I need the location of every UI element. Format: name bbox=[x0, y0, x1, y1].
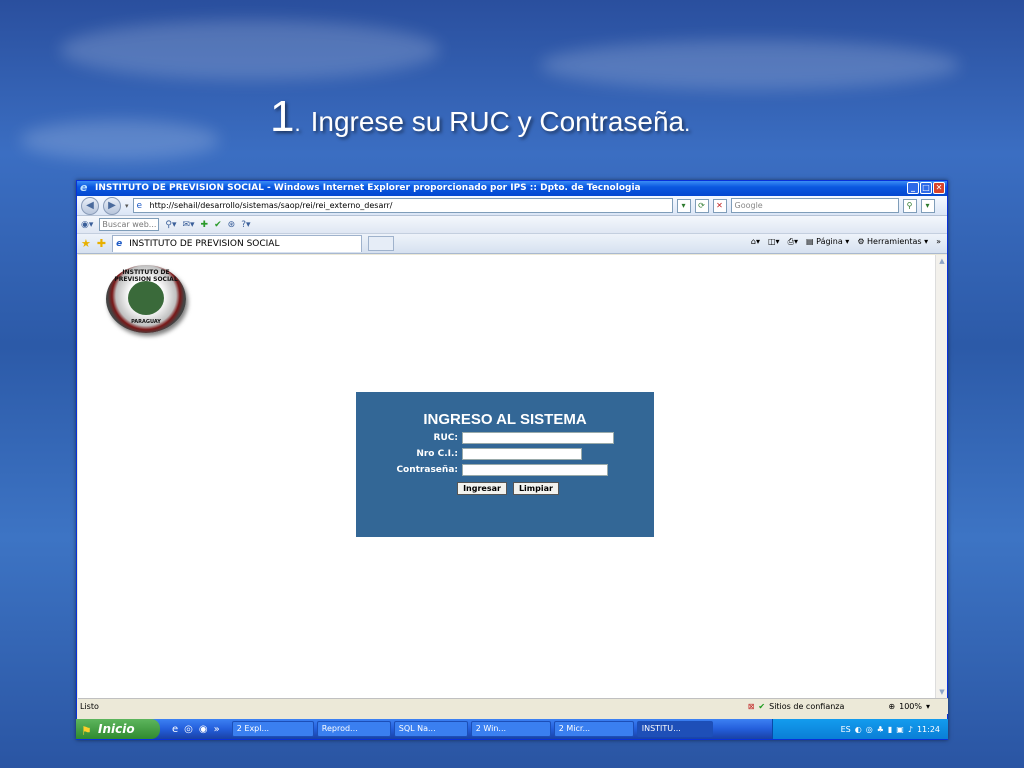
download-icon[interactable]: ⊛ bbox=[228, 220, 236, 230]
submit-button[interactable]: Ingresar bbox=[457, 482, 507, 495]
login-title: INGRESO AL SISTEMA bbox=[423, 411, 587, 428]
clear-button[interactable]: Limpiar bbox=[512, 482, 559, 495]
zoom-level[interactable]: 100% bbox=[899, 699, 922, 714]
more-chevron-icon[interactable]: » bbox=[214, 724, 220, 735]
refresh-icon[interactable]: ⟳ bbox=[694, 198, 709, 213]
close-button[interactable]: ✕ bbox=[933, 182, 945, 194]
media-icon[interactable]: ◉ bbox=[199, 724, 208, 735]
more-chevron-icon[interactable]: » bbox=[936, 237, 941, 247]
back-button[interactable]: ◀ bbox=[81, 196, 99, 215]
sky-cloud bbox=[20, 120, 220, 160]
help-icon[interactable]: ?▾ bbox=[241, 220, 250, 230]
login-buttons: Ingresar Limpiar bbox=[356, 482, 654, 495]
language-indicator[interactable]: ES bbox=[841, 725, 851, 734]
ips-logo: INSTITUTO DE PREVISION SOCIAL PARAGUAY bbox=[106, 265, 186, 333]
page-icon: e bbox=[136, 201, 143, 211]
clock[interactable]: 11:24 bbox=[917, 725, 940, 734]
task-list: 2 Expl... Reprod... SQL Na... 2 Win... 2… bbox=[231, 721, 713, 737]
volume-icon[interactable]: ♪ bbox=[908, 725, 913, 734]
zoom-icon: ⊕ bbox=[888, 702, 896, 711]
ruc-row: RUC: bbox=[356, 432, 654, 444]
status-text: Listo bbox=[80, 702, 99, 711]
ci-row: Nro C.I.: bbox=[356, 448, 654, 460]
system-tray: ES ◐ ◎ ♣ ▮ ▣ ♪ 11:24 bbox=[772, 719, 948, 739]
home-icon[interactable]: ⌂▾ bbox=[751, 237, 760, 247]
ci-input[interactable] bbox=[462, 448, 582, 460]
task-item[interactable]: 2 Micr... bbox=[553, 721, 634, 737]
window-titlebar[interactable]: e INSTITUTO DE PREVISION SOCIAL - Window… bbox=[77, 181, 947, 196]
search-options-icon[interactable]: ▾ bbox=[920, 198, 935, 213]
scroll-up-icon[interactable]: ▲ bbox=[936, 255, 948, 267]
add-favorites-icon[interactable]: ✚ bbox=[97, 237, 106, 250]
address-input[interactable]: e http://sehail/desarrollo/sistemas/saop… bbox=[132, 198, 673, 213]
ci-label: Nro C.I.: bbox=[416, 449, 458, 459]
ie-icon[interactable]: e bbox=[172, 724, 178, 735]
history-dropdown-icon[interactable]: ▾ bbox=[125, 202, 129, 210]
logo-emblem bbox=[128, 281, 164, 315]
tools-menu[interactable]: ⚙ Herramientas ▾ bbox=[857, 237, 928, 247]
outlook-icon[interactable]: ◎ bbox=[184, 724, 193, 735]
page-menu[interactable]: ▤ Página ▾ bbox=[806, 237, 849, 247]
new-tab-button[interactable] bbox=[368, 236, 395, 251]
maximize-button[interactable]: □ bbox=[920, 182, 932, 194]
task-item[interactable]: SQL Na... bbox=[393, 721, 468, 737]
sky-cloud bbox=[540, 40, 960, 90]
start-button[interactable]: ⚑ Inicio bbox=[76, 719, 160, 739]
scroll-down-icon[interactable]: ▼ bbox=[936, 686, 948, 698]
ie-icon: e bbox=[80, 181, 88, 194]
vertical-scrollbar[interactable]: ▲ ▼ bbox=[935, 255, 947, 698]
task-item[interactable]: 2 Win... bbox=[470, 721, 551, 737]
check-icon[interactable]: ✔ bbox=[214, 220, 222, 230]
zoom-dropdown-icon[interactable]: ▾ bbox=[926, 699, 930, 714]
zone-text: Sitios de confianza bbox=[769, 702, 845, 711]
minimize-button[interactable]: _ bbox=[907, 182, 919, 194]
mail-icon[interactable]: ✉▾ bbox=[182, 220, 194, 230]
tray-icon[interactable]: ◎ bbox=[866, 725, 873, 734]
trusted-check-icon: ✔ bbox=[758, 702, 766, 711]
window-title: INSTITUTO DE PREVISION SOCIAL - Windows … bbox=[95, 183, 641, 193]
favorites-star-icon[interactable]: ★ bbox=[81, 237, 91, 250]
status-bar: Listo ⊠ ✔ Sitios de confianza ⊕ 100% ▾ bbox=[78, 698, 948, 714]
feeds-icon[interactable]: ◫▾ bbox=[768, 237, 780, 247]
windows-flag-icon: ⚑ bbox=[81, 724, 92, 738]
password-row: Contraseña: bbox=[356, 464, 654, 476]
forward-button[interactable]: ▶ bbox=[103, 196, 121, 215]
add-icon[interactable]: ✚ bbox=[201, 220, 209, 230]
address-dropdown-icon[interactable]: ▾ bbox=[676, 198, 691, 213]
ie-icon: e bbox=[116, 239, 123, 249]
page-content: INSTITUTO DE PREVISION SOCIAL PARAGUAY I… bbox=[78, 255, 936, 698]
task-item[interactable]: Reprod... bbox=[316, 721, 391, 737]
tab-bar: ★ ✚ e INSTITUTO DE PREVISION SOCIAL ⌂▾ ◫… bbox=[77, 234, 947, 254]
toolbar: ◉▾ Buscar web... ⚲▾ ✉▾ ✚ ✔ ⊛ ?▾ bbox=[77, 216, 947, 234]
stop-icon[interactable]: ✕ bbox=[712, 198, 727, 213]
tray-icon[interactable]: ◐ bbox=[855, 725, 862, 734]
tab-instituto[interactable]: e INSTITUTO DE PREVISION SOCIAL bbox=[112, 235, 363, 252]
address-bar: ◀ ▶ ▾ e http://sehail/desarrollo/sistema… bbox=[77, 196, 947, 216]
slide-title: 1. Ingrese su RUC y Contraseña. bbox=[270, 92, 691, 141]
task-item[interactable]: INSTITU... bbox=[636, 721, 713, 737]
toolbar-search-input[interactable]: Buscar web... bbox=[99, 218, 160, 231]
search-input[interactable]: Google bbox=[730, 198, 899, 213]
login-panel: INGRESO AL SISTEMA RUC: Nro C.I.: Contra… bbox=[356, 392, 654, 537]
ruc-input[interactable] bbox=[462, 432, 614, 444]
quick-launch: e ◎ ◉ » bbox=[160, 724, 220, 735]
search-icon[interactable]: ⚲ bbox=[902, 198, 917, 213]
search-icon[interactable]: ⚲▾ bbox=[165, 220, 176, 230]
network-icon[interactable]: ▣ bbox=[896, 725, 904, 734]
toolbar-logo-icon[interactable]: ◉▾ bbox=[81, 220, 93, 230]
print-icon[interactable]: ⎙▾ bbox=[788, 237, 798, 247]
ruc-label: RUC: bbox=[433, 433, 458, 443]
popup-blocked-icon[interactable]: ⊠ bbox=[748, 699, 755, 714]
tray-icon[interactable]: ▮ bbox=[888, 725, 892, 734]
task-item[interactable]: 2 Expl... bbox=[231, 721, 314, 737]
sky-cloud bbox=[60, 20, 440, 80]
password-input[interactable] bbox=[462, 464, 608, 476]
command-bar: ⌂▾ ◫▾ ⎙▾ ▤ Página ▾ ⚙ Herramientas ▾ » bbox=[751, 237, 941, 247]
taskbar: ⚑ Inicio e ◎ ◉ » 2 Expl... Reprod... SQL… bbox=[76, 719, 948, 739]
tray-icon[interactable]: ♣ bbox=[877, 725, 884, 734]
password-label: Contraseña: bbox=[396, 465, 458, 475]
browser-window: e INSTITUTO DE PREVISION SOCIAL - Window… bbox=[76, 180, 948, 740]
